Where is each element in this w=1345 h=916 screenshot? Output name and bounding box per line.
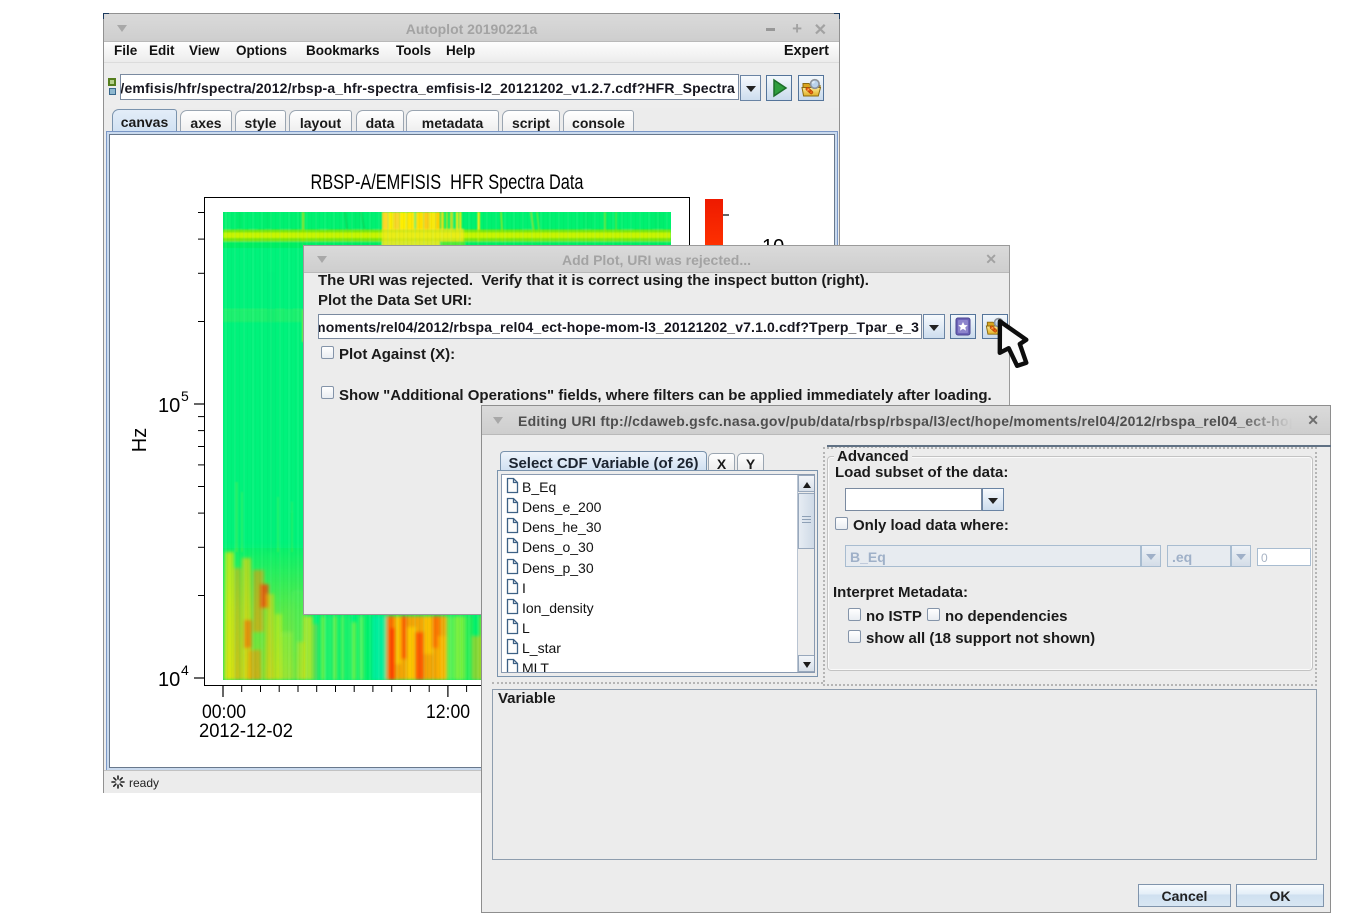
- svg-text:10: 10: [158, 395, 180, 417]
- svg-text:5: 5: [181, 388, 189, 404]
- svg-text:10: 10: [158, 669, 180, 691]
- svg-text:RBSP-A/EMFISIS HFR Spectra Da: RBSP-A/EMFISIS HFR Spectra Data: [311, 171, 584, 194]
- svg-text:2012-12-02: 2012-12-02: [199, 721, 293, 742]
- svg-text:12:00: 12:00: [426, 702, 470, 723]
- svg-text:Hz: Hz: [129, 428, 151, 452]
- svg-text:00:00: 00:00: [202, 702, 246, 723]
- svg-text:4: 4: [181, 662, 189, 678]
